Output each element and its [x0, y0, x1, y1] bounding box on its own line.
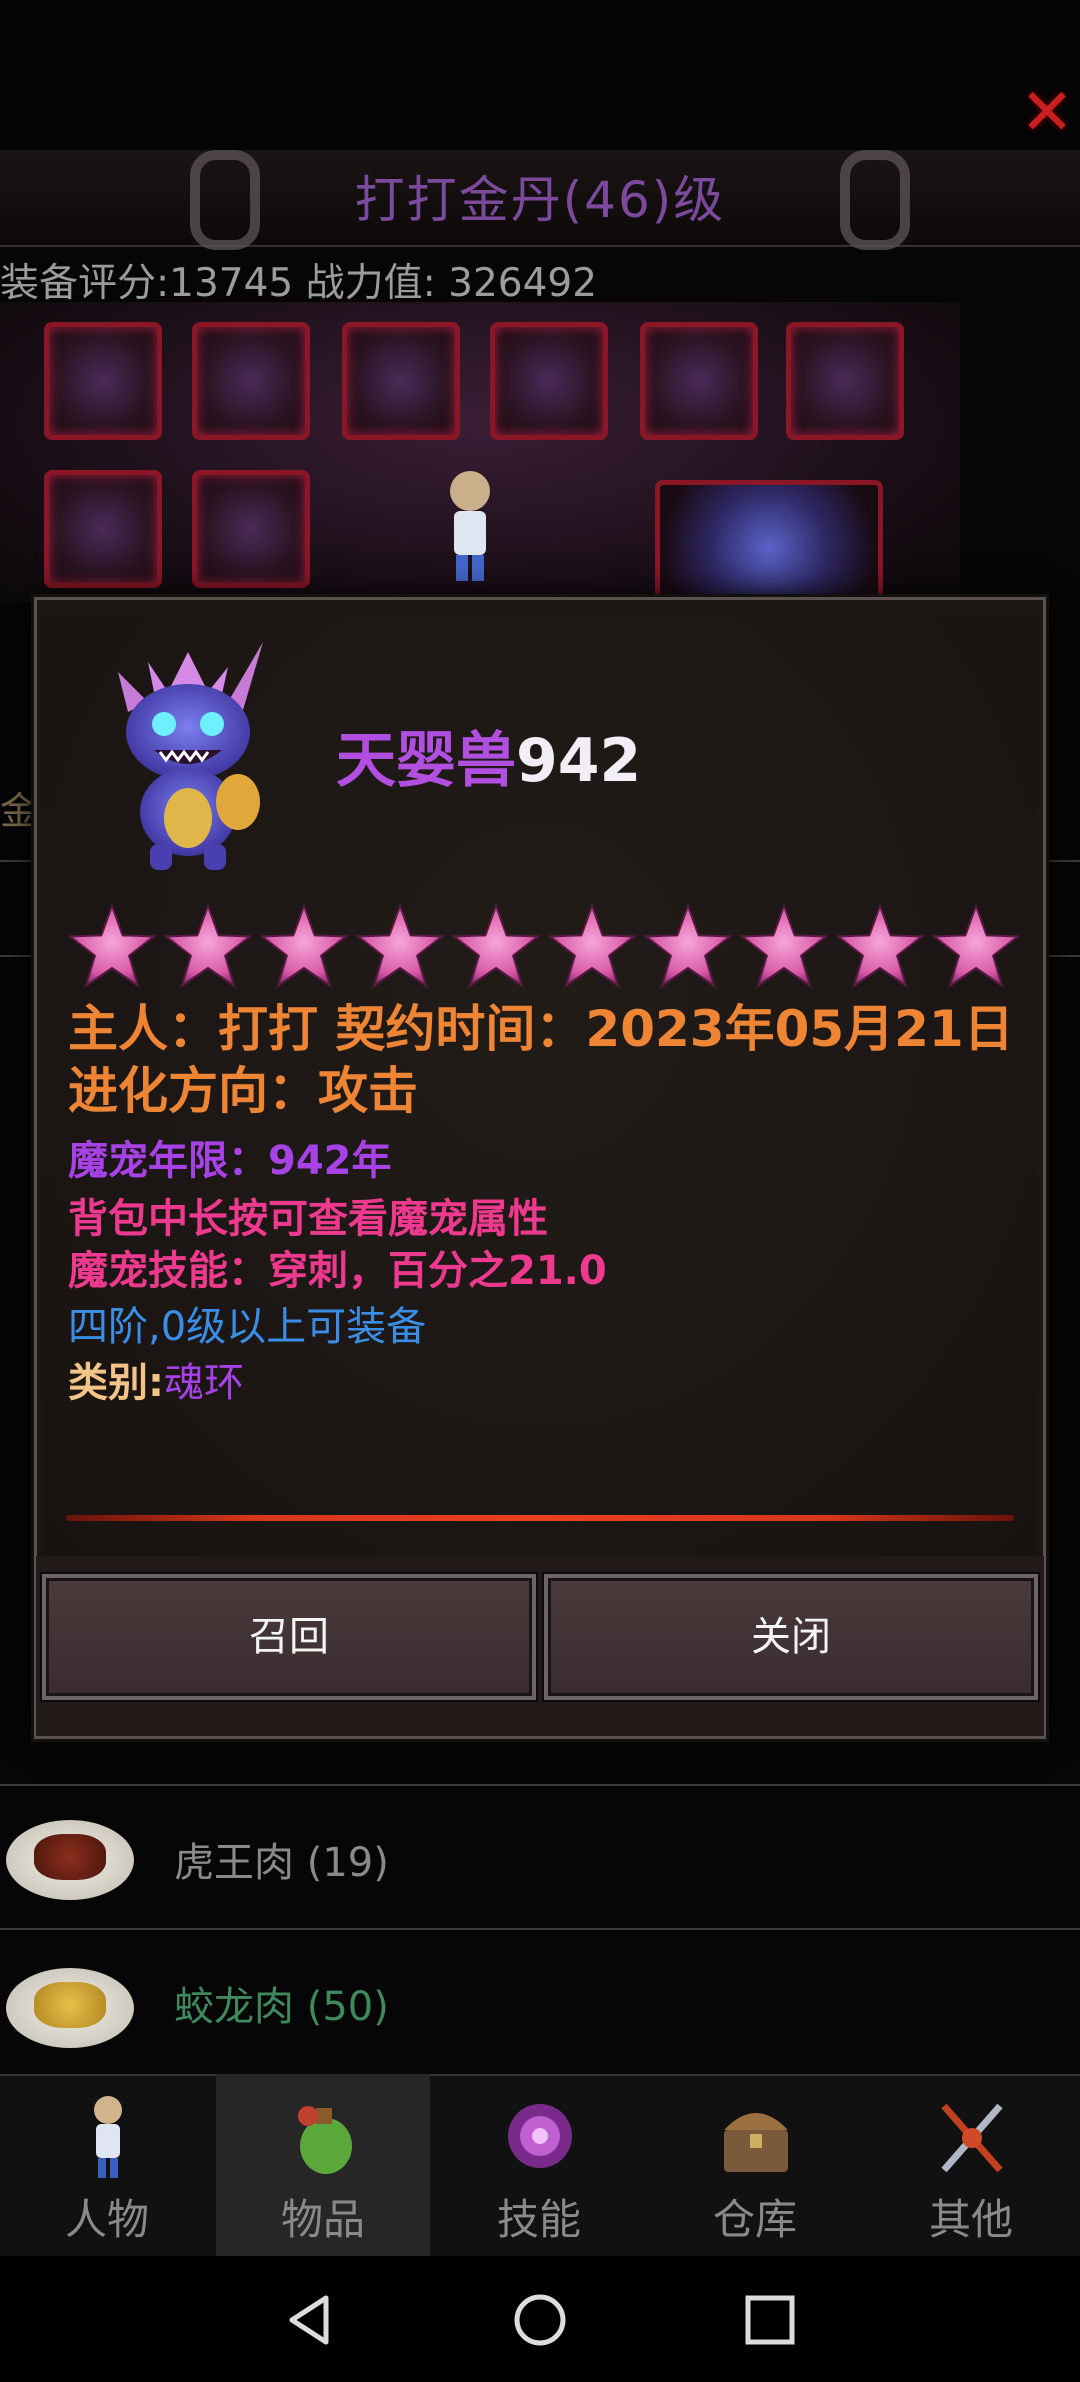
equip-slot-boots[interactable] — [640, 322, 758, 440]
potion-bag-icon — [298, 2106, 352, 2174]
item-name: 蛟龙肉 (50) — [174, 1984, 389, 2030]
equip-slot-weapon[interactable] — [490, 322, 608, 440]
character-title: 打打金丹(46)级 — [354, 171, 726, 229]
close-icon[interactable]: ✕ — [1018, 81, 1076, 145]
close-button[interactable]: 关闭 — [544, 1574, 1038, 1700]
star-icon — [835, 903, 925, 988]
star-icon — [739, 903, 829, 988]
side-fragment-text: 金 — [0, 789, 39, 833]
equip-requirement-line: 四阶,0级以上可装备 — [68, 1304, 427, 1350]
pet-avatar-image — [118, 642, 263, 870]
character-figure — [450, 471, 490, 581]
back-icon[interactable] — [280, 2290, 340, 2350]
recall-button[interactable]: 召回 — [42, 1574, 536, 1700]
pet-type-value: 魂环 — [164, 1360, 244, 1406]
pet-type-line: 类别:魂环 — [68, 1350, 244, 1408]
star-rating — [67, 903, 1021, 988]
equip-slot-helmet[interactable] — [44, 322, 162, 440]
tab-label: 其他 — [928, 2195, 1013, 2244]
red-divider — [66, 1515, 1014, 1521]
tab-label: 人物 — [64, 2195, 149, 2244]
star-icon — [931, 903, 1021, 988]
tab-label: 仓库 — [712, 2195, 797, 2244]
star-icon — [451, 903, 541, 988]
crossed-weapons-icon — [941, 2103, 1003, 2173]
pet-skill-line: 魔宠技能：穿刺，百分之21.0 — [68, 1248, 607, 1294]
star-icon — [643, 903, 733, 988]
tab-items[interactable]: 物品 — [216, 2074, 430, 2256]
score-line: 装备评分:13745 战力值: 326492 — [0, 261, 598, 306]
tab-label: 技能 — [496, 2195, 581, 2244]
tab-warehouse[interactable]: 仓库 — [648, 2074, 862, 2256]
pet-name-text: 天婴兽 — [336, 726, 516, 796]
owner-contract-line: 主人：打打 契约时间：2023年05月21日 进化方向：攻击 — [68, 1000, 1014, 1120]
item-name: 虎王肉 (19) — [174, 1840, 389, 1886]
fried-dish-icon — [6, 1968, 134, 2048]
list-item[interactable]: 蛟龙肉 (50) — [0, 1928, 1080, 2074]
top-bar — [0, 0, 1080, 150]
meat-dish-icon — [6, 1820, 134, 1900]
home-icon[interactable] — [510, 2290, 570, 2350]
pet-age-line: 魔宠年限：942年 — [68, 1138, 392, 1184]
star-icon — [547, 903, 637, 988]
long-press-hint: 背包中长按可查看魔宠属性 — [68, 1196, 548, 1242]
equip-slot-belt[interactable] — [44, 470, 162, 588]
recents-icon[interactable] — [740, 2290, 800, 2350]
equip-slot-necklace[interactable] — [342, 322, 460, 440]
equip-slot-bracer[interactable] — [192, 470, 310, 588]
equip-slot-ring[interactable] — [786, 322, 904, 440]
star-icon — [355, 903, 445, 988]
pet-level-text: 942 — [516, 726, 642, 796]
tab-character[interactable]: 人物 — [0, 2074, 214, 2256]
tab-label: 物品 — [280, 2195, 365, 2244]
pet-type-key: 类别: — [68, 1360, 164, 1406]
star-icon — [163, 903, 253, 988]
tab-other[interactable]: 其他 — [864, 2074, 1078, 2256]
pet-name: 天婴兽942 — [336, 712, 641, 799]
character-icon — [94, 2096, 122, 2178]
star-icon — [259, 903, 349, 988]
skill-orb-icon — [508, 2104, 572, 2168]
list-item[interactable]: 虎王肉 (19) — [0, 1784, 1080, 1930]
treasure-chest-icon — [724, 2113, 788, 2172]
star-icon — [67, 903, 157, 988]
tab-skills[interactable]: 技能 — [432, 2074, 646, 2256]
equip-slot-armor[interactable] — [192, 322, 310, 440]
